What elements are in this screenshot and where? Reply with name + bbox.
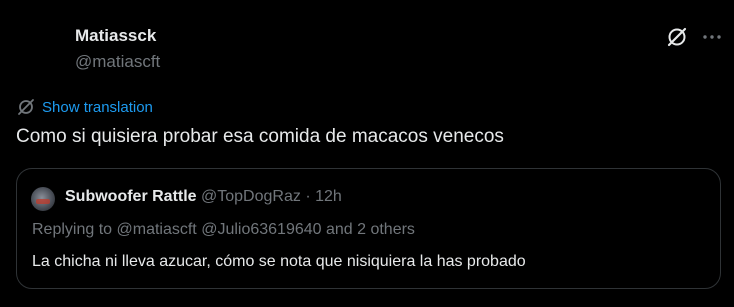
quoted-tweet[interactable]: Subwoofer Rattle @TopDogRaz · 12h Replyi… <box>16 168 721 289</box>
quote-author-handle: @TopDogRaz <box>201 188 301 205</box>
quote-header: Subwoofer Rattle @TopDogRaz · 12h <box>65 188 342 206</box>
more-options-button[interactable] <box>699 24 725 50</box>
author-handle[interactable]: @matiascft <box>75 52 160 72</box>
show-translation-label: Show translation <box>42 98 153 116</box>
grok-button[interactable] <box>664 24 690 50</box>
show-translation-link[interactable]: Show translation <box>16 96 153 118</box>
more-icon <box>703 35 721 39</box>
tweet-text: Como si quisiera probar esa comida de ma… <box>16 126 504 147</box>
grok-icon <box>667 27 687 47</box>
quote-time: 12h <box>315 188 342 205</box>
tweet-header: Matiassck @matiascft <box>0 0 734 90</box>
quote-avatar <box>31 187 55 211</box>
quote-separator: · <box>305 188 311 205</box>
quote-text: La chicha ni lleva azucar, cómo se nota … <box>32 253 526 270</box>
quote-replying-to: Replying to @matiascft @Julio63619640 an… <box>32 221 415 238</box>
author-name[interactable]: Matiassck <box>75 26 156 46</box>
translate-icon <box>18 99 34 115</box>
quote-author-name: Subwoofer Rattle <box>65 188 197 205</box>
avatar[interactable] <box>16 22 64 70</box>
